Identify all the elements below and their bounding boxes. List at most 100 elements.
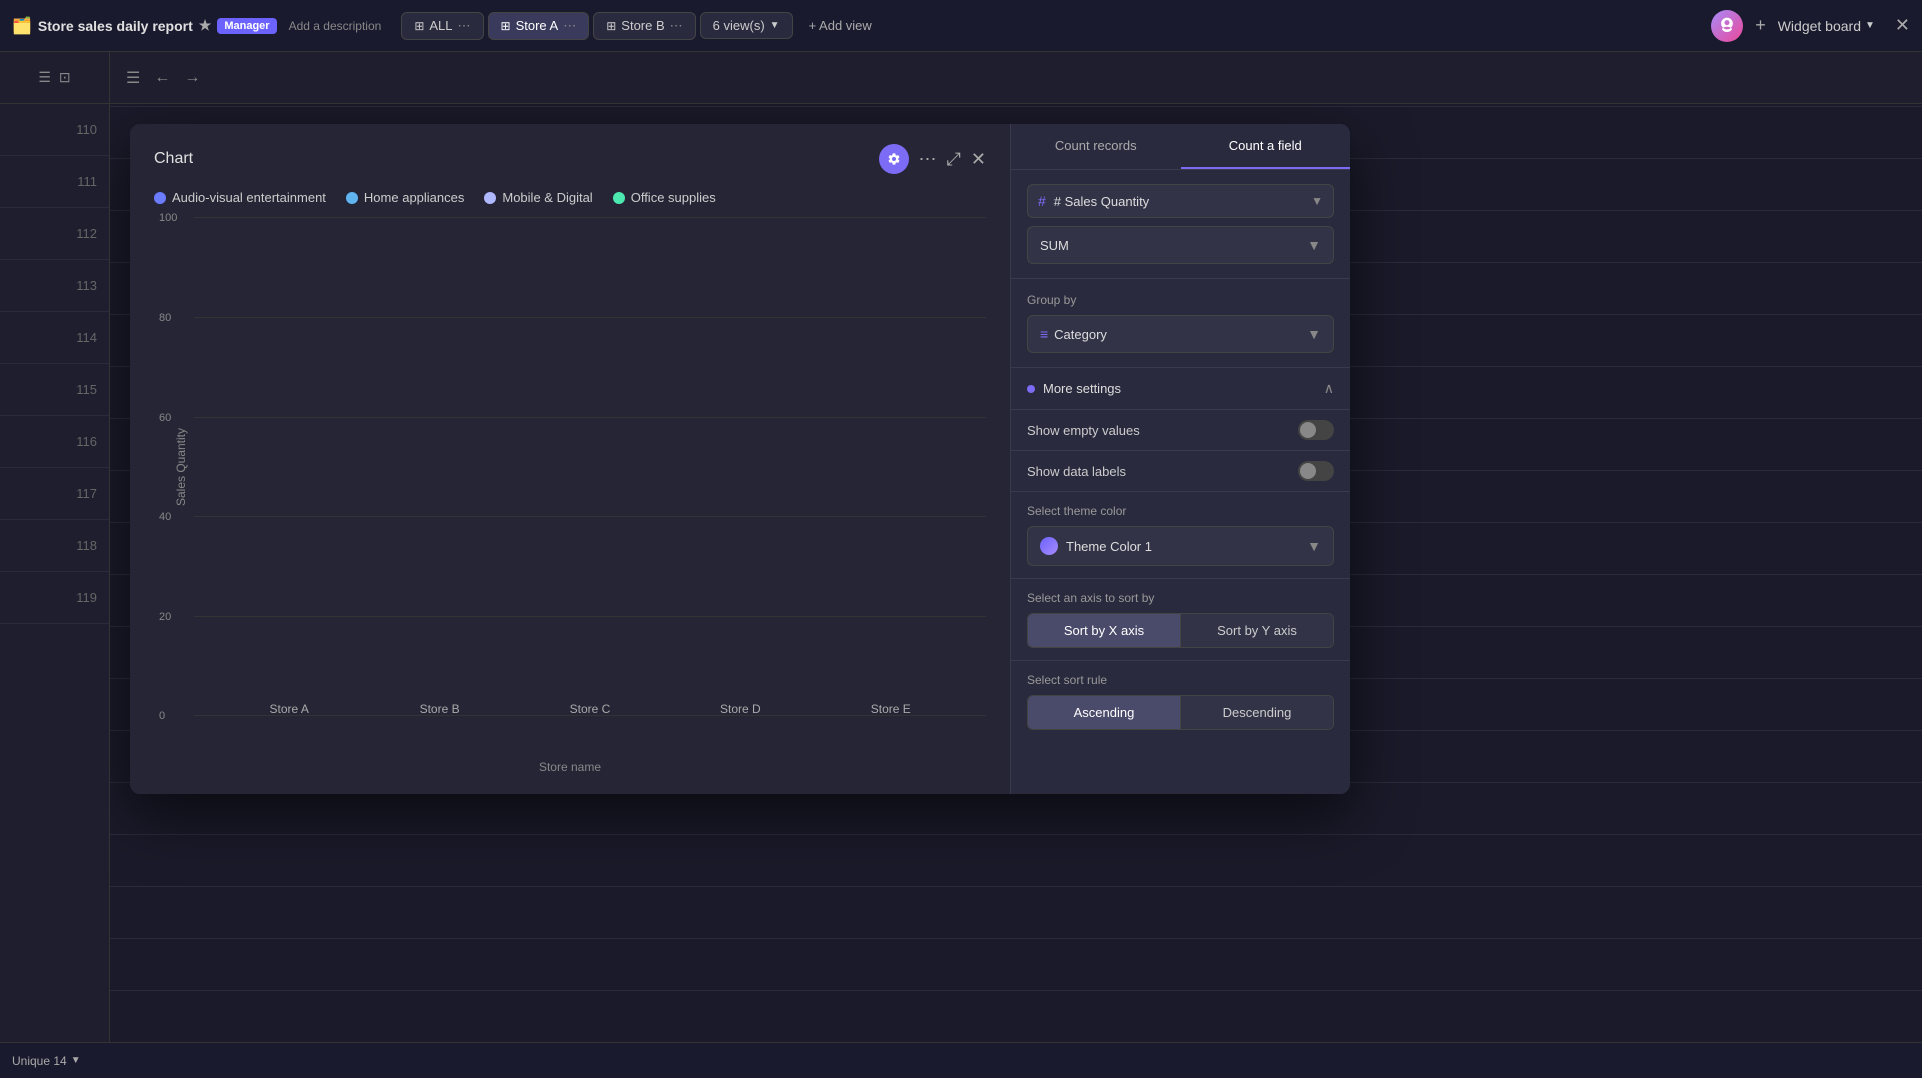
grid-label-60: 60 [159, 412, 171, 424]
app-title-group: 🗂️ Store sales daily report ★ Manager [12, 16, 277, 36]
chart-header-actions: ⋯ ⤢ ✕ [879, 144, 987, 174]
aggregation-value: SUM [1040, 238, 1069, 253]
row-111: 111 [0, 156, 109, 208]
app-description[interactable]: Add a description [289, 19, 382, 33]
descending-button[interactable]: Descending [1180, 696, 1333, 729]
field-chevron: ▼ [1311, 194, 1323, 208]
store-a-label: Store A [270, 702, 309, 716]
app-icon: 🗂️ [12, 16, 32, 36]
legend-label-office: Office supplies [631, 190, 716, 205]
aggregation-select[interactable]: SUM ▼ [1027, 226, 1334, 264]
tab-store-a[interactable]: ⊞ Store A ⋯ [488, 12, 590, 40]
more-settings-left: More settings [1027, 381, 1121, 396]
row-113: 113 [0, 260, 109, 312]
app-title: Store sales daily report [38, 18, 193, 34]
tab-all-dots[interactable]: ⋯ [458, 18, 471, 34]
group-by-section: Group by ≡ Category ▼ [1011, 279, 1350, 368]
star-icon[interactable]: ★ [199, 17, 212, 34]
nav-forward-icon[interactable]: → [180, 65, 204, 91]
tab-all-label: ALL [429, 18, 452, 33]
theme-color-select[interactable]: Theme Color 1 ▼ [1027, 526, 1334, 566]
store-b-label: Store B [420, 702, 460, 716]
field-selector[interactable]: # # Sales Quantity ▼ [1027, 184, 1334, 218]
row-numbers-sidebar: ☰ ⊡ 110 111 112 113 114 115 116 117 118 … [0, 52, 110, 1078]
unique-chevron: ▼ [71, 1055, 81, 1066]
tab-count-field[interactable]: Count a field [1181, 124, 1351, 169]
nav-menu-icon[interactable]: ☰ [122, 64, 144, 92]
widget-board-label: Widget board [1778, 18, 1861, 34]
unique-label: Unique 14 [12, 1054, 67, 1068]
store-e-label: Store E [871, 702, 911, 716]
sort-y-axis-button[interactable]: Sort by Y axis [1180, 614, 1333, 647]
sort-rule-buttons: Ascending Descending [1027, 695, 1334, 730]
tab-store-b[interactable]: ⊞ Store B ⋯ [593, 12, 695, 40]
chart-inner: Sales Quantity 100 80 60 40 [194, 217, 986, 716]
group-by-left: ≡ Category [1040, 326, 1107, 342]
legend-label-audio: Audio-visual entertainment [172, 190, 326, 205]
legend-audio-visual: Audio-visual entertainment [154, 190, 326, 205]
chart-settings-icon[interactable] [879, 144, 909, 174]
chart-dialog: Chart ⋯ ⤢ ✕ Audio-visual entertainment [130, 124, 1350, 794]
store-b-group: Store B [391, 696, 488, 716]
row-116: 116 [0, 416, 109, 468]
sidebar-toggle[interactable]: ☰ [38, 69, 51, 86]
group-by-select[interactable]: ≡ Category ▼ [1027, 315, 1334, 353]
legend-dot-mobile [484, 192, 496, 204]
group-by-value: Category [1054, 327, 1107, 342]
tab-all[interactable]: ⊞ ALL ⋯ [401, 12, 483, 40]
row-119: 119 [0, 572, 109, 624]
tab-store-a-dots[interactable]: ⋯ [563, 18, 576, 34]
view-tabs: ⊞ ALL ⋯ ⊞ Store A ⋯ ⊞ Store B ⋯ 6 view(s… [401, 12, 884, 40]
legend-home-appliances: Home appliances [346, 190, 464, 205]
sort-rule-label: Select sort rule [1027, 673, 1334, 687]
show-data-labels-knob [1300, 463, 1316, 479]
show-data-labels-toggle[interactable] [1298, 461, 1334, 481]
field-section: # # Sales Quantity ▼ SUM ▼ [1011, 170, 1350, 279]
store-c-group: Store C [541, 696, 638, 716]
show-empty-toggle[interactable] [1298, 420, 1334, 440]
close-chart-icon[interactable]: ✕ [971, 149, 986, 170]
chevron-down-icon: ▼ [770, 20, 780, 31]
theme-color-section: Select theme color Theme Color 1 ▼ [1011, 492, 1350, 579]
more-settings-header[interactable]: More settings ∧ [1011, 368, 1350, 410]
add-view-button[interactable]: + Add view [797, 13, 884, 38]
more-options-icon[interactable]: ⋯ [919, 149, 937, 170]
collapse-icon: ∧ [1324, 380, 1334, 397]
maximize-icon[interactable]: ⤢ [947, 149, 961, 170]
views-count-label: 6 view(s) [713, 18, 765, 33]
row-117: 117 [0, 468, 109, 520]
tab-count-records[interactable]: Count records [1011, 124, 1181, 169]
grid-label-20: 20 [159, 611, 171, 623]
theme-color-left: Theme Color 1 [1040, 537, 1152, 555]
tab-store-b-label: Store B [621, 18, 664, 33]
row-115: 115 [0, 364, 109, 416]
color-swatch [1040, 537, 1058, 555]
close-top-button[interactable]: ✕ [1895, 15, 1910, 36]
unique-badge[interactable]: Unique 14 ▼ [12, 1054, 81, 1068]
chart-legend: Audio-visual entertainment Home applianc… [154, 190, 986, 205]
grid-label-40: 40 [159, 511, 171, 523]
bars-container: Store A Store B [194, 217, 986, 716]
table-icon-a: ⊞ [501, 19, 511, 33]
widget-board-button[interactable]: Widget board ▼ [1778, 18, 1875, 34]
nav-back-icon[interactable]: ← [150, 65, 174, 91]
sort-axis-label: Select an axis to sort by [1027, 591, 1334, 605]
chart-area: Sales Quantity 100 80 60 40 [154, 217, 986, 774]
theme-color-value: Theme Color 1 [1066, 539, 1152, 554]
tab-store-b-dots[interactable]: ⋯ [670, 18, 683, 34]
legend-mobile: Mobile & Digital [484, 190, 592, 205]
sort-x-axis-button[interactable]: Sort by X axis [1028, 614, 1180, 647]
widget-board-chevron: ▼ [1865, 20, 1875, 31]
field-label: # Sales Quantity [1054, 194, 1303, 209]
y-axis-label: Sales Quantity [174, 427, 188, 505]
legend-office: Office supplies [613, 190, 716, 205]
list-icon: ≡ [1040, 326, 1048, 342]
grid-label-0: 0 [159, 710, 165, 722]
store-d-label: Store D [720, 702, 761, 716]
store-e-group: Store E [842, 696, 939, 716]
views-count-btn[interactable]: 6 view(s) ▼ [700, 12, 793, 39]
sort-axis-buttons: Sort by X axis Sort by Y axis [1027, 613, 1334, 648]
plus-icon[interactable]: + [1755, 15, 1766, 36]
ascending-button[interactable]: Ascending [1028, 696, 1180, 729]
top-right-actions: + Widget board ▼ ✕ [1711, 10, 1910, 42]
